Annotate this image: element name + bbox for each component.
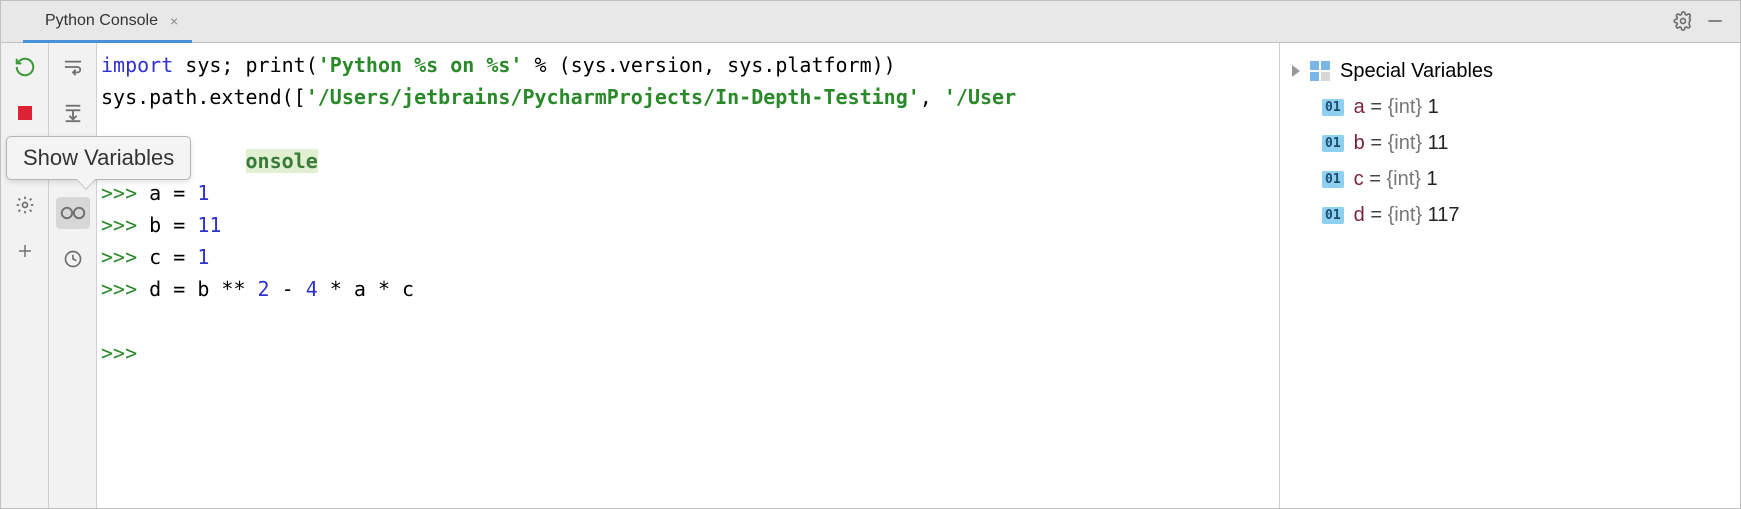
console-line: onsole (97, 145, 1279, 177)
variable-row[interactable]: 01 b = {int} 11 (1286, 125, 1734, 161)
soft-wrap-button[interactable] (56, 51, 90, 83)
console-line (97, 113, 1279, 145)
console-toolbar-sidebar (49, 43, 97, 508)
tab-title: Python Console (45, 12, 158, 30)
console-line (97, 305, 1279, 337)
add-button[interactable] (8, 235, 42, 267)
header-actions (1672, 0, 1740, 42)
console-line: sys.path.extend(['/Users/jetbrains/Pycha… (97, 81, 1279, 113)
special-vars-icon (1310, 61, 1330, 81)
console-output[interactable]: import sys; print('Python %s on %s' % (s… (97, 43, 1280, 508)
show-variables-button[interactable] (56, 197, 90, 229)
primary-action-sidebar (1, 43, 49, 508)
close-icon[interactable]: × (170, 13, 178, 29)
console-line: >>> b = 11 (97, 209, 1279, 241)
int-badge-icon: 01 (1322, 99, 1344, 116)
console-line: >>> a = 1 (97, 177, 1279, 209)
rerun-button[interactable] (8, 51, 42, 83)
special-variables-label: Special Variables (1340, 60, 1493, 83)
python-console-tool-window: Python Console × (0, 0, 1741, 509)
int-badge-icon: 01 (1322, 135, 1344, 152)
variable-row[interactable]: 01 a = {int} 1 (1286, 89, 1734, 125)
special-variables-row[interactable]: Special Variables (1286, 53, 1734, 89)
variable-row[interactable]: 01 c = {int} 1 (1286, 161, 1734, 197)
expand-arrow-icon[interactable] (1292, 65, 1300, 77)
minimize-icon[interactable] (1704, 10, 1726, 32)
variables-panel: Special Variables 01 a = {int} 1 01 b = … (1280, 43, 1740, 508)
tool-body: import sys; print('Python %s on %s' % (s… (1, 43, 1740, 508)
tool-header: Python Console × (1, 1, 1740, 43)
tab-python-console[interactable]: Python Console × (23, 1, 192, 43)
show-variables-tooltip: Show Variables (6, 136, 191, 180)
console-line: >>> c = 1 (97, 241, 1279, 273)
variable-row[interactable]: 01 d = {int} 117 (1286, 197, 1734, 233)
console-settings-button[interactable] (8, 189, 42, 221)
console-line: >>> d = b ** 2 - 4 * a * c (97, 273, 1279, 305)
console-line: import sys; print('Python %s on %s' % (s… (97, 49, 1279, 81)
int-badge-icon: 01 (1322, 207, 1344, 224)
stop-button[interactable] (8, 97, 42, 129)
gear-icon[interactable] (1672, 10, 1694, 32)
history-button[interactable] (56, 243, 90, 275)
int-badge-icon: 01 (1322, 171, 1344, 188)
console-prompt[interactable]: >>> (97, 337, 1279, 369)
scroll-to-end-button[interactable] (56, 97, 90, 129)
